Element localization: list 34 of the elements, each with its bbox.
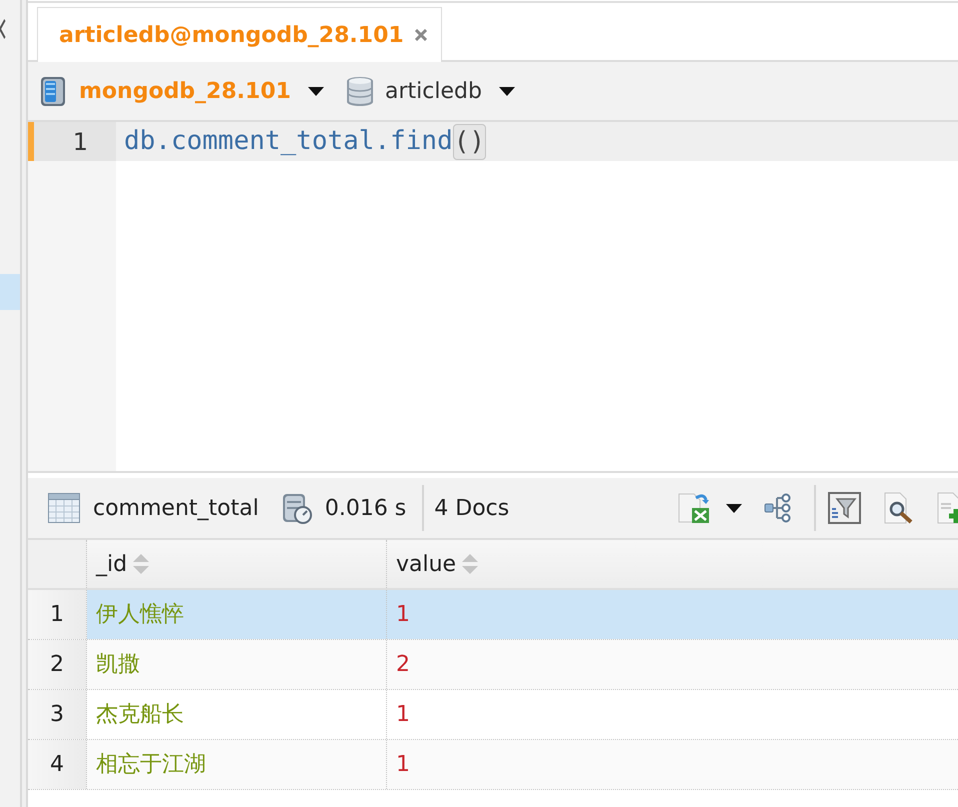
caret-icon[interactable]: [726, 504, 742, 512]
code-text: db.comment_total.find: [124, 125, 453, 158]
table-icon: [48, 493, 80, 523]
table-cell: 凯撒: [87, 640, 387, 689]
database-selector[interactable]: articledb: [346, 74, 515, 108]
table-cell: 1: [387, 590, 958, 639]
bracket-match: (): [452, 124, 486, 160]
caret-icon[interactable]: [498, 86, 515, 96]
column-header[interactable]: value: [387, 540, 958, 588]
tree-view-icon[interactable]: [764, 493, 792, 523]
spreadsheet-export-icon[interactable]: [678, 492, 710, 524]
column-header[interactable]: _id: [87, 540, 387, 588]
table-cell: 相忘于江湖: [87, 740, 387, 789]
search-document-icon[interactable]: [884, 492, 913, 524]
query-time: 0.016 s: [324, 494, 406, 522]
database-icon: [346, 76, 374, 106]
table-cell: 2: [387, 640, 958, 689]
document-count: 4 Docs: [434, 494, 510, 522]
row-number: 4: [28, 740, 87, 789]
collection-name: comment_total: [93, 494, 259, 522]
close-icon[interactable]: [0, 18, 6, 40]
add-document-icon[interactable]: [937, 492, 958, 524]
row-number: 1: [28, 590, 87, 639]
row-number: 2: [28, 640, 87, 689]
server-icon: [40, 76, 66, 106]
stopwatch-icon: [282, 492, 312, 524]
line-number: 1: [28, 122, 116, 161]
table-cell: 1: [387, 740, 958, 789]
row-number: 3: [28, 690, 87, 739]
filter-icon[interactable]: [828, 492, 861, 524]
caret-icon[interactable]: [308, 86, 324, 96]
database-name[interactable]: articledb: [384, 74, 482, 108]
close-icon[interactable]: [414, 29, 427, 41]
table-cell: 伊人憔悴: [87, 590, 387, 639]
